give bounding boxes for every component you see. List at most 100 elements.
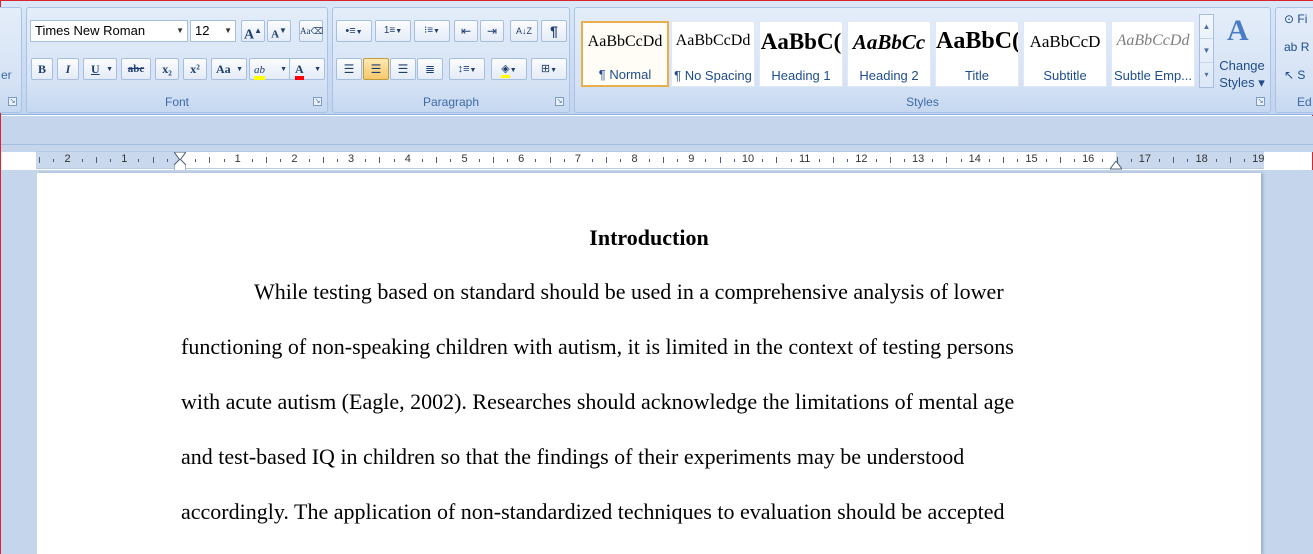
align-center-button[interactable]: ☰ bbox=[363, 58, 389, 80]
style-normal[interactable]: AaBbCcDd ¶ Normal bbox=[581, 21, 669, 87]
underline-button[interactable]: U ▼ bbox=[83, 58, 117, 80]
right-indent-marker[interactable] bbox=[1109, 159, 1123, 170]
ruler-number: 4 bbox=[404, 153, 411, 165]
first-line-indent-marker[interactable] bbox=[173, 150, 187, 161]
select-button[interactable]: ↖ S bbox=[1284, 68, 1305, 82]
style-heading-2[interactable]: AaBbCc Heading 2 bbox=[847, 21, 931, 87]
italic-button[interactable]: I bbox=[57, 58, 79, 80]
ruler-tick bbox=[1229, 157, 1231, 163]
borders-button[interactable]: ⊞▼ bbox=[531, 58, 567, 80]
ruler-number: 5 bbox=[461, 153, 468, 165]
replace-label: R bbox=[1300, 40, 1310, 54]
align-right-button[interactable]: ☰ bbox=[390, 58, 416, 80]
multilevel-list-button[interactable]: ⁝≡▼ bbox=[414, 20, 450, 42]
document-heading: Introduction bbox=[589, 225, 709, 250]
subscript-button[interactable]: x₂ bbox=[155, 58, 179, 80]
change-case-button[interactable]: Aa ▼ bbox=[211, 58, 247, 80]
strikethrough-label: abc bbox=[127, 63, 145, 75]
chevron-down-icon[interactable]: ▼ bbox=[356, 29, 363, 36]
chevron-down-icon[interactable]: ▼ bbox=[469, 67, 476, 74]
shading-button[interactable]: ◈▼ bbox=[491, 58, 527, 80]
horizontal-ruler[interactable]: 2 1 1 2 3 4 5 6 7 8 9 10 11 12 13 14 15 16 17 18 19 bbox=[36, 150, 1265, 172]
ruler-tick bbox=[932, 158, 934, 162]
ruler-tick bbox=[946, 157, 948, 163]
chevron-up-icon[interactable]: ▲ bbox=[1200, 15, 1213, 39]
replace-button[interactable]: ab R bbox=[1284, 40, 1309, 54]
show-formatting-button[interactable]: ¶ bbox=[541, 20, 567, 42]
chevron-down-icon[interactable]: ▼ bbox=[176, 21, 184, 41]
paragraph-launcher-icon[interactable]: ↘ bbox=[555, 97, 564, 106]
ruler-number: 2 bbox=[64, 153, 71, 165]
chevron-down-icon[interactable]: ▼ bbox=[236, 59, 243, 79]
subscript-label: x₂ bbox=[162, 62, 172, 76]
increase-indent-icon: ⇥ bbox=[486, 24, 498, 38]
ruler-tick bbox=[1244, 158, 1246, 162]
ruler-tick bbox=[1215, 158, 1217, 162]
font-size-value: 12 bbox=[195, 23, 210, 38]
chevron-down-icon[interactable]: ▼ bbox=[395, 28, 402, 35]
style-subtitle[interactable]: AaBbCcD Subtitle bbox=[1023, 21, 1107, 87]
more-styles-icon[interactable]: ▾ bbox=[1200, 63, 1213, 87]
cursor-arrow-icon: ↖ bbox=[1284, 68, 1298, 82]
font-color-button[interactable]: A ▼ bbox=[289, 58, 325, 80]
find-button[interactable]: ⊙ Fi bbox=[1284, 12, 1307, 26]
ruler-tick bbox=[507, 158, 509, 162]
chevron-down-icon[interactable]: ▼ bbox=[510, 67, 517, 74]
clear-formatting-button[interactable]: Aa⌫ bbox=[299, 20, 323, 42]
ruler-number: 9 bbox=[688, 153, 695, 165]
chevron-down-icon[interactable]: ▼ bbox=[1200, 39, 1213, 63]
font-color-icon: A bbox=[295, 62, 304, 80]
ruler-tick bbox=[790, 158, 792, 162]
decrease-indent-button[interactable]: ⇤ bbox=[454, 20, 478, 42]
bullets-button[interactable]: •≡▼ bbox=[336, 20, 372, 42]
change-case-label: Aa bbox=[216, 62, 231, 76]
sort-button[interactable]: A↓Z bbox=[510, 20, 538, 42]
increase-indent-button[interactable]: ⇥ bbox=[480, 20, 504, 42]
strikethrough-button[interactable]: abc bbox=[121, 58, 151, 80]
line-spacing-button[interactable]: ↕≡▼ bbox=[449, 58, 485, 80]
styles-launcher-icon[interactable]: ↘ bbox=[1256, 97, 1265, 106]
font-name-combo[interactable]: Times New Roman ▼ bbox=[30, 20, 188, 42]
chevron-down-icon[interactable]: ▼ bbox=[550, 67, 557, 74]
chevron-down-icon[interactable]: ▼ bbox=[433, 28, 440, 35]
numbering-button[interactable]: 1≡▼ bbox=[375, 20, 411, 42]
font-size-combo[interactable]: 12 ▼ bbox=[190, 20, 236, 42]
clipboard-format-painter-label[interactable]: er bbox=[1, 68, 12, 82]
ruler-tick bbox=[1130, 158, 1132, 162]
change-styles-label-line1: Change bbox=[1219, 58, 1265, 73]
ruler-number: 19 bbox=[1252, 153, 1265, 165]
align-left-button[interactable]: ☰ bbox=[336, 58, 362, 80]
superscript-button[interactable]: x² bbox=[183, 58, 207, 80]
style-name-label: Heading 1 bbox=[771, 68, 831, 83]
highlight-button[interactable]: ab ▼ bbox=[249, 58, 291, 80]
style-name-label: Subtitle bbox=[1043, 68, 1087, 83]
grow-font-button[interactable]: A▲ bbox=[241, 20, 265, 43]
style-title[interactable]: AaBbC( Title bbox=[935, 21, 1019, 87]
bold-label: B bbox=[37, 62, 46, 76]
change-styles-button[interactable]: A Change Styles ▾ bbox=[1217, 12, 1267, 94]
align-center-icon: ☰ bbox=[370, 62, 382, 76]
ruler-tick bbox=[336, 158, 338, 162]
find-label: Fi bbox=[1297, 12, 1308, 26]
font-group-label: Font bbox=[164, 95, 189, 109]
chevron-down-icon[interactable]: ▼ bbox=[106, 59, 113, 79]
ruler-tick bbox=[1187, 158, 1189, 162]
document-page[interactable]: Introduction While testing based on stan… bbox=[37, 173, 1261, 554]
clipboard-launcher-icon[interactable]: ↘ bbox=[8, 97, 17, 106]
justify-button[interactable]: ≣ bbox=[417, 58, 443, 80]
style-subtle-emphasis[interactable]: AaBbCcDd Subtle Emp... bbox=[1111, 21, 1195, 87]
style-heading-1[interactable]: AaBbC( Heading 1 bbox=[759, 21, 843, 87]
ruler-number: 12 bbox=[855, 153, 868, 165]
style-no-spacing[interactable]: AaBbCcDd ¶ No Spacing bbox=[671, 21, 755, 87]
shrink-font-button[interactable]: A▼ bbox=[267, 20, 291, 42]
chevron-down-icon[interactable]: ▼ bbox=[224, 21, 232, 41]
ruler-number: 16 bbox=[1082, 153, 1095, 165]
highlighter-icon: ab bbox=[254, 64, 265, 80]
bold-button[interactable]: B bbox=[31, 58, 53, 80]
ruler-number: 8 bbox=[631, 153, 638, 165]
ruler-tick bbox=[606, 157, 608, 163]
style-name-label: Heading 2 bbox=[859, 68, 919, 83]
chevron-down-icon[interactable]: ▼ bbox=[280, 59, 287, 79]
font-launcher-icon[interactable]: ↘ bbox=[313, 97, 322, 106]
chevron-down-icon[interactable]: ▼ bbox=[314, 59, 321, 79]
